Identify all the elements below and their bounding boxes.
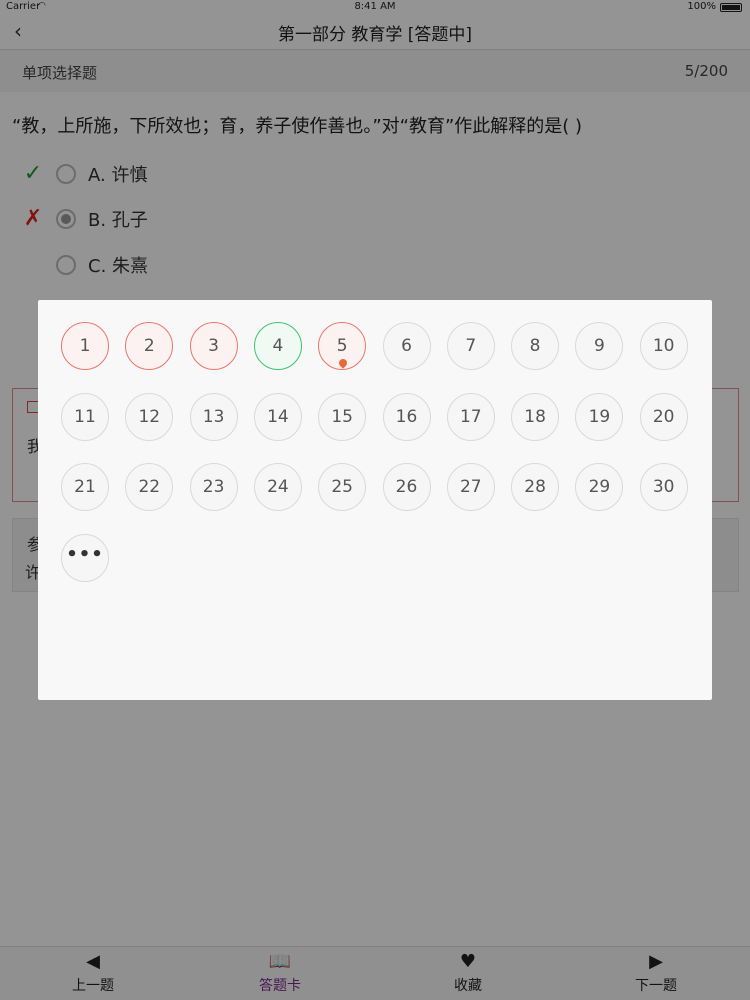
question-number: 30	[652, 477, 675, 497]
question-number: 28	[524, 477, 546, 497]
question-number-bubble[interactable]: 13	[189, 392, 238, 441]
question-number-bubble[interactable]: 18	[511, 392, 560, 441]
question-number: 27	[459, 477, 482, 497]
question-number: 14	[267, 406, 289, 427]
question-number-bubble[interactable]: 29	[575, 463, 624, 511]
question-number: 16	[395, 406, 418, 427]
question-number-bubble[interactable]: 3	[189, 322, 238, 370]
question-number-bubble[interactable]: 28	[511, 463, 560, 511]
question-number-bubble[interactable]: 21	[61, 463, 109, 511]
question-number-bubble[interactable]: 23	[189, 463, 238, 511]
question-number: 13	[202, 406, 225, 427]
question-number: 26	[395, 477, 418, 497]
question-number: 6	[401, 336, 412, 356]
question-number-bubble[interactable]: 17	[446, 392, 495, 441]
question-number: 23	[202, 477, 225, 497]
location-pin-icon	[337, 357, 349, 369]
question-number-bubble[interactable]: 7	[446, 322, 495, 370]
question-number: 25	[331, 477, 353, 497]
question-number-bubble[interactable]: 6	[382, 322, 431, 370]
question-number: 3	[208, 336, 219, 356]
question-number: 7	[465, 336, 477, 356]
answer-card-modal: 1 2 3 4 5 6 7 8 9 10 11 12 13 14 15 16 17 18 19 20 21 22 23 24 2…	[38, 300, 712, 700]
question-number: 17	[459, 406, 482, 427]
question-number: 12	[138, 406, 161, 427]
question-number-bubble[interactable]: 26	[382, 463, 431, 511]
question-number-bubble[interactable]: 25	[318, 463, 367, 511]
question-number-bubble[interactable]: 9	[575, 322, 624, 370]
question-number-bubble[interactable]: 20	[639, 392, 688, 441]
question-number-bubble[interactable]: 22	[125, 463, 174, 511]
question-number-bubble[interactable]: 11	[61, 392, 109, 441]
question-number-bubble[interactable]: 16	[382, 392, 431, 441]
question-number: 19	[588, 406, 611, 427]
question-number: 29	[588, 477, 611, 497]
question-number: 5	[336, 336, 348, 356]
question-number-bubble[interactable]: 19	[575, 392, 624, 441]
question-number-bubble[interactable]: 2	[125, 322, 174, 370]
question-number-bubble[interactable]: 24	[253, 463, 302, 511]
question-number: 10	[652, 336, 675, 356]
question-number: 2	[143, 336, 155, 356]
question-number-bubble[interactable]: 14	[253, 392, 302, 441]
question-number-bubble[interactable]: 15	[318, 392, 367, 441]
question-number: 21	[74, 477, 96, 497]
question-number-bubble[interactable]: 10	[639, 322, 688, 370]
question-number: 11	[74, 406, 96, 427]
question-number-bubble[interactable]: 4	[253, 322, 302, 370]
question-number: 20	[652, 406, 675, 427]
more-button[interactable]: •••	[61, 533, 109, 582]
question-number: 8	[529, 336, 541, 356]
question-number-bubble[interactable]: 30	[639, 463, 688, 511]
question-number: 1	[79, 336, 91, 356]
question-number-bubble[interactable]: 27	[446, 463, 495, 511]
question-number: 18	[524, 406, 546, 427]
question-number-bubble[interactable]: 1	[61, 322, 109, 370]
question-number: 24	[267, 477, 289, 497]
question-number: 22	[138, 477, 161, 497]
question-number: 4	[272, 336, 284, 356]
question-number: 9	[593, 336, 605, 356]
question-number: 15	[331, 406, 353, 427]
question-number-bubble[interactable]: 12	[125, 392, 174, 441]
question-number-bubble[interactable]: 8	[511, 322, 560, 370]
question-number-bubble[interactable]: 5	[318, 322, 367, 370]
